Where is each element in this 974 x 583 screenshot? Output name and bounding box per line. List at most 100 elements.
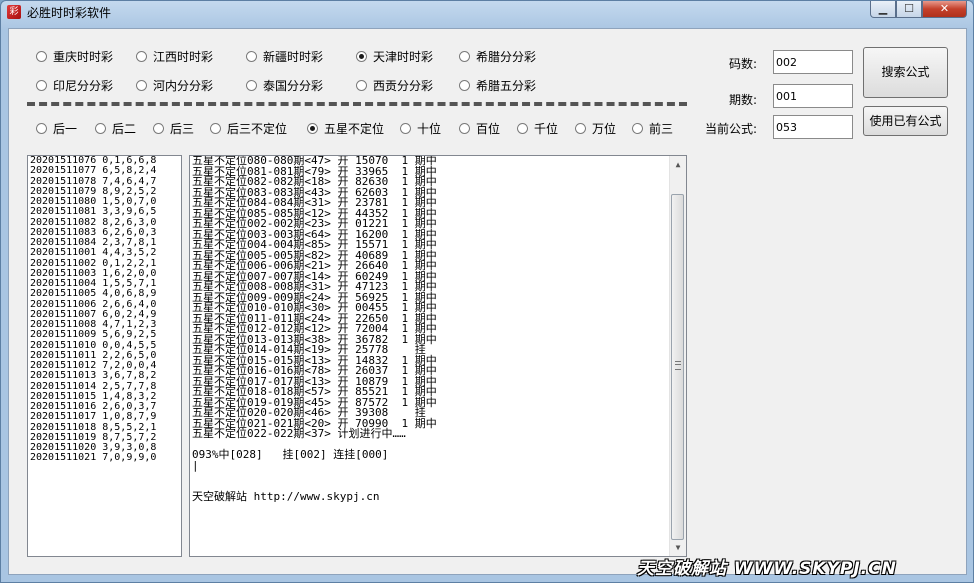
lottery-option-radio-label: 希腊五分彩 — [476, 79, 537, 93]
period-count-label: 期数: — [729, 93, 758, 107]
position-option-radio-label: 后二 — [112, 122, 137, 136]
position-option-radio-label: 后一 — [53, 122, 78, 136]
position-option-radio-label: 百位 — [476, 122, 501, 136]
position-option-radio[interactable]: 百位 — [459, 122, 500, 136]
radio-dot-icon[interactable] — [136, 80, 147, 91]
results-textarea[interactable]: 五星不定位080-080期<47> 开 15070 1 期中 五星不定位081-0… — [189, 155, 687, 557]
radio-dot-icon[interactable] — [632, 123, 643, 134]
history-row[interactable]: 20201511021 7,0,9,9,0 — [28, 452, 181, 463]
radio-dot-icon[interactable] — [153, 123, 164, 134]
lottery-option-radio[interactable]: 重庆时时彩 — [36, 50, 113, 64]
position-option-radio-label: 五星不定位 — [324, 122, 385, 136]
lottery-option-radio[interactable]: 希腊五分彩 — [459, 79, 536, 93]
position-option-radio[interactable]: 十位 — [400, 122, 441, 136]
lottery-option-radio-label: 印尼分分彩 — [53, 79, 114, 93]
position-option-radio[interactable]: 后三 — [153, 122, 194, 136]
radio-dot-icon[interactable] — [136, 51, 147, 62]
lottery-option-radio-label: 西贡分分彩 — [373, 79, 434, 93]
radio-dot-icon[interactable] — [210, 123, 221, 134]
position-option-radio-label: 千位 — [534, 122, 559, 136]
results-content: 五星不定位080-080期<47> 开 15070 1 期中 五星不定位081-0… — [190, 156, 686, 503]
position-option-radio[interactable]: 千位 — [517, 122, 558, 136]
position-option-radio[interactable]: 后二 — [95, 122, 136, 136]
radio-dot-icon[interactable] — [246, 80, 257, 91]
result-line: 天空破解站 http://www.skypj.cn — [192, 490, 380, 503]
position-option-radio[interactable]: 五星不定位 — [307, 122, 384, 136]
position-option-radio-label: 前三 — [649, 122, 674, 136]
vertical-scrollbar[interactable]: ▲ ▼ — [669, 156, 686, 556]
use-existing-formula-button[interactable]: 使用已有公式 — [863, 106, 948, 136]
radio-dot-icon[interactable] — [575, 123, 586, 134]
radio-dot-icon[interactable] — [459, 80, 470, 91]
lottery-option-radio[interactable]: 印尼分分彩 — [36, 79, 113, 93]
lottery-option-radio-label: 希腊分分彩 — [476, 50, 537, 64]
scroll-thumb[interactable] — [671, 194, 684, 540]
radio-dot-icon[interactable] — [400, 123, 411, 134]
history-row[interactable]: 20201511077 6,5,8,2,4 — [28, 165, 181, 176]
radio-dot-icon[interactable] — [356, 80, 367, 91]
code-count-label: 码数: — [729, 57, 758, 71]
thumb-grip-icon — [675, 361, 681, 370]
lottery-option-radio[interactable]: 希腊分分彩 — [459, 50, 536, 64]
close-icon: ✕ — [939, 2, 950, 15]
radio-dot-icon[interactable] — [36, 123, 47, 134]
radio-dot-icon[interactable] — [459, 123, 470, 134]
close-button[interactable]: ✕ — [922, 1, 967, 18]
current-formula-field[interactable] — [773, 115, 853, 139]
lottery-option-radio[interactable]: 河内分分彩 — [136, 79, 213, 93]
main-window: 彩 必胜时时彩软件 ▁ ☐ ✕ 重庆时时彩 江西时时彩 新疆时时彩 天津时时彩 希腊分分… — [0, 0, 974, 583]
scroll-up-arrow-icon[interactable]: ▲ — [670, 156, 686, 173]
position-option-radio[interactable]: 万位 — [575, 122, 616, 136]
result-line — [190, 471, 686, 482]
radio-dot-icon[interactable] — [356, 51, 367, 62]
lottery-option-radio[interactable]: 新疆时时彩 — [246, 50, 323, 64]
divider — [27, 102, 687, 106]
history-row[interactable]: 20201511017 1,0,8,7,9 — [28, 411, 181, 422]
history-row[interactable]: 20201511005 4,0,6,8,9 — [28, 288, 181, 299]
lottery-option-radio-label: 江西时时彩 — [153, 50, 214, 64]
lottery-option-radio[interactable]: 天津时时彩 — [356, 50, 433, 64]
lottery-option-radio-label: 泰国分分彩 — [263, 79, 324, 93]
history-row[interactable]: 20201511081 3,3,9,6,5 — [28, 206, 181, 217]
lottery-option-radio[interactable]: 泰国分分彩 — [246, 79, 323, 93]
title-bar: 彩 必胜时时彩软件 ▁ ☐ ✕ — [1, 1, 973, 21]
window-title: 必胜时时彩软件 — [27, 6, 112, 20]
position-option-radio[interactable]: 后三不定位 — [210, 122, 287, 136]
watermark: 天空破解站 WWW.SKYPJ.CN — [637, 559, 897, 579]
position-option-radio-label: 十位 — [417, 122, 442, 136]
app-icon: 彩 — [7, 5, 21, 19]
result-line: | — [192, 458, 199, 472]
history-list[interactable]: 20201511076 0,1,6,6,8 20201511077 6,5,8,2… — [27, 155, 182, 557]
radio-dot-icon[interactable] — [307, 123, 318, 134]
client-area: 重庆时时彩 江西时时彩 新疆时时彩 天津时时彩 希腊分分彩印尼分分彩 河内分分彩 泰国分分彩… — [8, 28, 967, 575]
radio-dot-icon[interactable] — [517, 123, 528, 134]
radio-dot-icon[interactable] — [36, 51, 47, 62]
maximize-icon: ☐ — [904, 2, 914, 15]
minimize-button[interactable]: ▁ — [870, 1, 896, 18]
radio-dot-icon[interactable] — [246, 51, 257, 62]
position-option-radio-label: 后三 — [170, 122, 195, 136]
current-formula-label: 当前公式: — [705, 122, 758, 136]
history-row[interactable]: 20201511009 5,6,9,2,5 — [28, 329, 181, 340]
lottery-option-radio[interactable]: 江西时时彩 — [136, 50, 213, 64]
position-option-radio[interactable]: 后一 — [36, 122, 77, 136]
history-row[interactable]: 20201511013 3,6,7,8,2 — [28, 370, 181, 381]
result-line: 093%中[028] 挂[002] 连挂[000] — [192, 448, 389, 461]
radio-dot-icon[interactable] — [95, 123, 106, 134]
maximize-button[interactable]: ☐ — [896, 1, 922, 18]
position-option-radio-label: 万位 — [592, 122, 617, 136]
radio-dot-icon[interactable] — [36, 80, 47, 91]
position-option-radio[interactable]: 前三 — [632, 122, 673, 136]
lottery-option-radio-label: 河内分分彩 — [153, 79, 214, 93]
result-line: 五星不定位022-022期<37> 计划进行中…… — [192, 427, 406, 440]
position-option-radio-label: 后三不定位 — [227, 122, 288, 136]
radio-dot-icon[interactable] — [459, 51, 470, 62]
minimize-icon: ▁ — [878, 2, 888, 15]
code-count-field[interactable] — [773, 50, 853, 74]
period-count-field[interactable] — [773, 84, 853, 108]
history-row[interactable]: 20201511001 4,4,3,5,2 — [28, 247, 181, 258]
lottery-option-radio[interactable]: 西贡分分彩 — [356, 79, 433, 93]
search-formula-button[interactable]: 搜索公式 — [863, 47, 948, 98]
lottery-option-radio-label: 天津时时彩 — [373, 50, 434, 64]
lottery-option-radio-label: 新疆时时彩 — [263, 50, 324, 64]
